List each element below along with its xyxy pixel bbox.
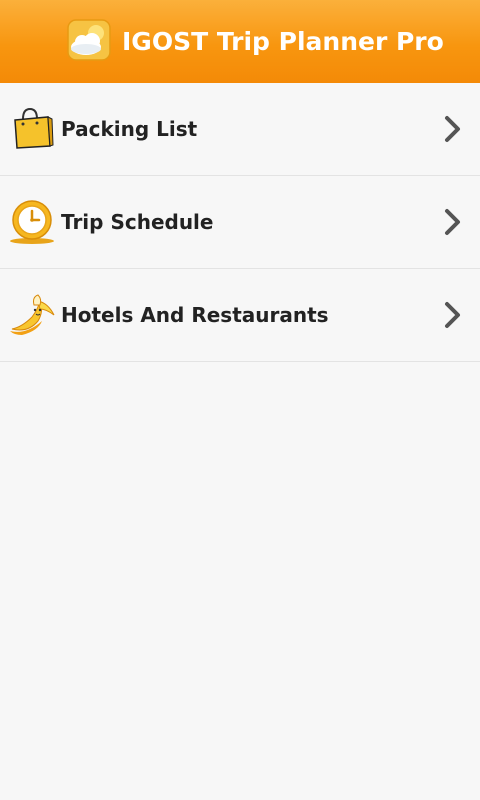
cloud-sun-icon	[67, 19, 111, 61]
menu-item-label: Hotels And Restaurants	[61, 303, 329, 327]
menu-item-packing-list[interactable]: Packing List	[0, 83, 480, 176]
menu-item-trip-schedule[interactable]: Trip Schedule	[0, 176, 480, 269]
menu-item-hotels-and-restaurants[interactable]: Hotels And Restaurants	[0, 269, 480, 362]
banana-icon	[10, 294, 55, 335]
menu-item-label: Trip Schedule	[61, 210, 214, 234]
app-header: IGOST Trip Planner Pro	[0, 0, 480, 83]
app-title: IGOST Trip Planner Pro	[122, 27, 444, 56]
chevron-right-icon	[445, 302, 460, 328]
clock-icon	[10, 200, 54, 244]
chevron-right-icon	[445, 116, 460, 142]
main-menu: Packing List Trip Schedule Hotels And Re…	[0, 83, 480, 362]
menu-item-label: Packing List	[61, 117, 198, 141]
chevron-right-icon	[445, 209, 460, 235]
shopping-bag-icon	[14, 107, 54, 149]
